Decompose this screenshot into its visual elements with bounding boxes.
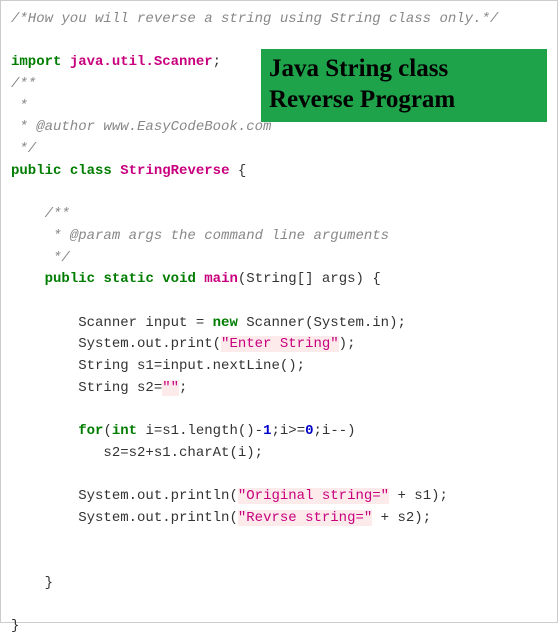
doc2-param: * @param args the command line arguments xyxy=(11,226,547,248)
print-line: System.out.print("Enter String"); xyxy=(11,334,547,356)
main-params: (String[] args) { xyxy=(238,271,381,287)
title-banner: Java String class Reverse Program xyxy=(261,49,547,122)
blank-line xyxy=(11,551,547,573)
blank-line xyxy=(11,291,547,313)
class-decl: public class StringReverse { xyxy=(11,161,547,183)
for-body: s2=s2+s1.charAt(i); xyxy=(11,443,547,465)
top-comment: /*How you will reverse a string using St… xyxy=(11,9,547,31)
doc2-close: */ xyxy=(11,248,547,270)
banner-line1: Java String class xyxy=(269,53,537,84)
blank-line xyxy=(11,183,547,205)
blank-line xyxy=(11,530,547,552)
blank-line xyxy=(11,464,547,486)
for-line: for(int i=s1.length()-1;i>=0;i--) xyxy=(11,421,547,443)
s2-decl: String s2=""; xyxy=(11,378,547,400)
public-kw: public xyxy=(45,271,95,287)
public-kw: public xyxy=(11,163,61,179)
blank-line xyxy=(11,595,547,617)
string-literal: "Original string=" xyxy=(238,488,389,504)
number-literal: 0 xyxy=(305,423,313,439)
for-kw: for xyxy=(78,423,103,439)
scanner-line: Scanner input = new Scanner(System.in); xyxy=(11,313,547,335)
close-method: } xyxy=(11,573,547,595)
import-keyword: import xyxy=(11,54,61,70)
doc-close: */ xyxy=(11,139,547,161)
println-orig: System.out.println("Original string=" + … xyxy=(11,486,547,508)
string-literal: "Revrse string=" xyxy=(238,510,372,526)
main-kw: main xyxy=(204,271,238,287)
void-kw: void xyxy=(162,271,196,287)
s1-decl: String s1=input.nextLine(); xyxy=(11,356,547,378)
string-literal: "Enter String" xyxy=(221,336,339,352)
number-literal: 1 xyxy=(263,423,271,439)
main-decl: public static void main(String[] args) { xyxy=(11,269,547,291)
string-literal: "" xyxy=(162,380,179,396)
int-kw: int xyxy=(112,423,137,439)
static-kw: static xyxy=(103,271,153,287)
new-kw: new xyxy=(213,315,238,331)
banner-line2: Reverse Program xyxy=(269,84,537,115)
doc2-open: /** xyxy=(11,204,547,226)
class-kw: class xyxy=(70,163,112,179)
println-rev: System.out.println("Revrse string=" + s2… xyxy=(11,508,547,530)
class-name: StringReverse xyxy=(120,163,229,179)
import-package: java.util.Scanner xyxy=(70,54,213,70)
close-class: } xyxy=(11,616,547,638)
blank-line xyxy=(11,399,547,421)
